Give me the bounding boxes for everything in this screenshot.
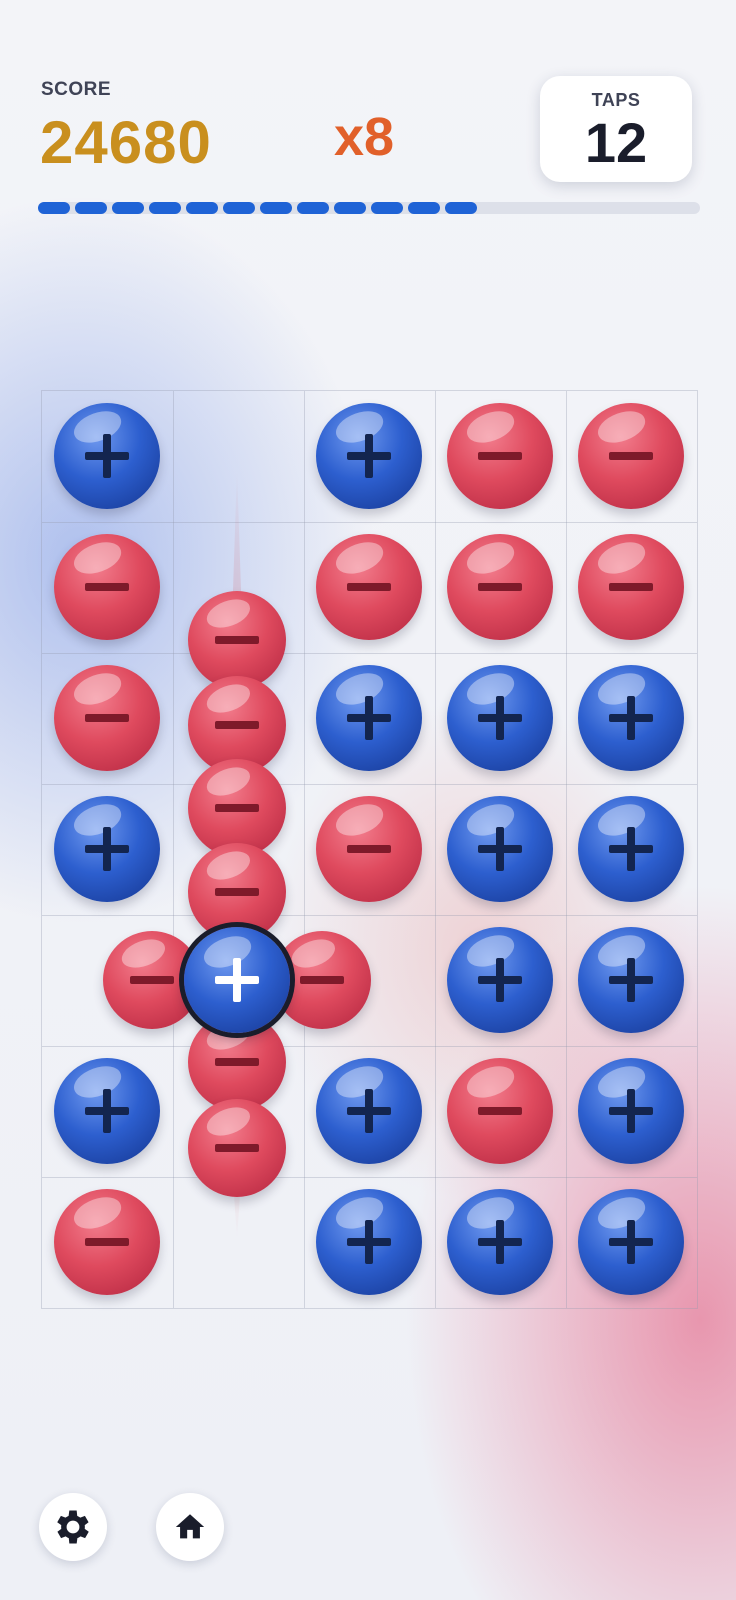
combo-multiplier: x8	[334, 107, 395, 167]
settings-button[interactable]	[39, 1493, 107, 1561]
minus-icon	[215, 721, 259, 729]
minus-icon	[346, 844, 391, 853]
progress-segment	[371, 202, 403, 214]
minus-icon	[608, 451, 653, 460]
negative-charge[interactable]	[188, 1099, 286, 1197]
negative-charge[interactable]	[577, 402, 684, 509]
plus-icon	[102, 433, 111, 478]
progress-segment	[445, 202, 477, 214]
plus-icon	[364, 433, 373, 478]
progress-segment	[149, 202, 181, 214]
positive-charge[interactable]	[315, 664, 422, 771]
plus-icon	[495, 695, 504, 740]
negative-charge[interactable]	[446, 533, 553, 640]
plus-icon	[364, 1219, 373, 1264]
minus-icon	[215, 1058, 259, 1066]
minus-icon	[215, 888, 259, 896]
home-icon	[175, 1514, 205, 1539]
minus-icon	[215, 1144, 259, 1152]
positive-charge[interactable]	[446, 1188, 553, 1295]
negative-charge[interactable]	[315, 533, 422, 640]
plus-icon	[495, 1219, 504, 1264]
negative-charge[interactable]	[53, 664, 160, 771]
minus-icon	[130, 976, 174, 984]
positive-charge[interactable]	[577, 1188, 684, 1295]
plus-icon	[495, 957, 504, 1002]
plus-icon	[233, 958, 241, 1002]
home-button[interactable]	[156, 1493, 224, 1561]
plus-icon	[626, 1219, 635, 1264]
gear-icon	[57, 1510, 89, 1544]
plus-icon	[626, 695, 635, 740]
negative-charge[interactable]	[188, 591, 286, 689]
progress-segment	[186, 202, 218, 214]
positive-charge[interactable]	[446, 926, 553, 1033]
positive-charge[interactable]	[53, 1057, 160, 1164]
progress-bar	[38, 202, 700, 214]
grid-line	[42, 1046, 697, 1047]
negative-charge[interactable]	[446, 1057, 553, 1164]
plus-icon	[364, 1088, 373, 1133]
minus-icon	[300, 976, 344, 984]
plus-icon	[102, 826, 111, 871]
progress-segment	[260, 202, 292, 214]
positive-charge[interactable]	[577, 926, 684, 1033]
grid-line	[435, 391, 436, 1308]
progress-segment	[334, 202, 366, 214]
progress-segment	[75, 202, 107, 214]
minus-icon	[84, 582, 129, 591]
negative-charge[interactable]	[53, 533, 160, 640]
positive-charge[interactable]	[53, 795, 160, 902]
progress-segment	[297, 202, 329, 214]
plus-icon	[626, 826, 635, 871]
negative-charge[interactable]	[577, 533, 684, 640]
progress-segment	[38, 202, 70, 214]
minus-icon	[346, 582, 391, 591]
progress-segment	[408, 202, 440, 214]
score-value: 24680	[40, 109, 212, 176]
positive-charge[interactable]	[577, 795, 684, 902]
minus-icon	[84, 1237, 129, 1246]
negative-charge[interactable]	[315, 795, 422, 902]
grid-line	[42, 653, 697, 654]
plus-icon	[102, 1088, 111, 1133]
taps-counter: TAPS 12	[540, 76, 692, 182]
positive-charge[interactable]	[577, 1057, 684, 1164]
plus-icon	[364, 695, 373, 740]
plus-icon	[626, 957, 635, 1002]
grid-line	[566, 391, 567, 1308]
progress-fill	[38, 202, 477, 214]
positive-charge[interactable]	[53, 402, 160, 509]
minus-icon	[477, 1106, 522, 1115]
minus-icon	[215, 636, 259, 644]
taps-label: TAPS	[591, 90, 641, 110]
positive-charge[interactable]	[577, 664, 684, 771]
score-label: SCORE	[41, 79, 112, 100]
minus-icon	[608, 582, 653, 591]
minus-icon	[477, 451, 522, 460]
minus-icon	[84, 713, 129, 722]
progress-segment	[112, 202, 144, 214]
progress-segment	[223, 202, 255, 214]
negative-charge[interactable]	[446, 402, 553, 509]
positive-charge[interactable]	[184, 927, 290, 1033]
negative-charge[interactable]	[53, 1188, 160, 1295]
positive-charge[interactable]	[315, 1057, 422, 1164]
minus-icon	[215, 804, 259, 812]
positive-charge[interactable]	[446, 795, 553, 902]
grid-line	[42, 1177, 697, 1178]
positive-charge[interactable]	[315, 1188, 422, 1295]
grid-line	[42, 784, 697, 785]
grid-line	[173, 391, 174, 1308]
plus-icon	[495, 826, 504, 871]
minus-icon	[477, 582, 522, 591]
positive-charge[interactable]	[315, 402, 422, 509]
positive-charge[interactable]	[446, 664, 553, 771]
grid-line	[42, 522, 697, 523]
plus-icon	[626, 1088, 635, 1133]
taps-value: 12	[584, 111, 648, 174]
grid-line	[42, 915, 697, 916]
grid-line	[304, 391, 305, 1308]
